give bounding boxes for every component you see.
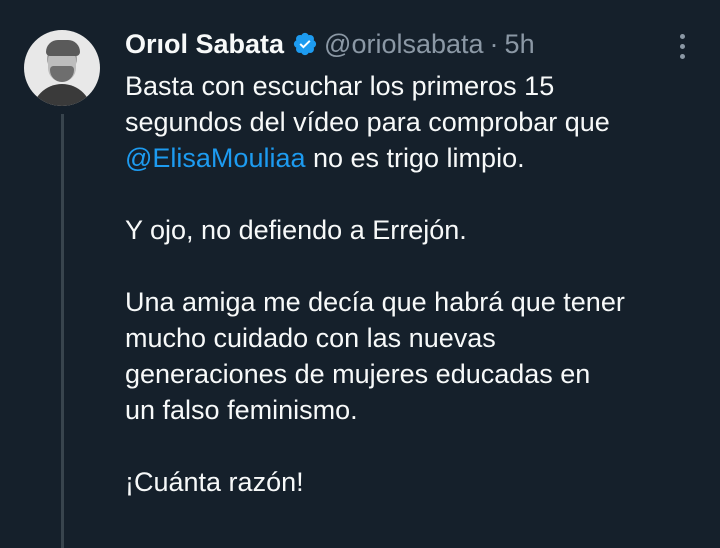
text-line: un falso feminismo. xyxy=(125,395,358,425)
mention-link[interactable]: @ElisaMouliaa xyxy=(125,143,305,173)
verified-badge-icon xyxy=(292,31,318,57)
text-line: segundos del vídeo para comprobar que xyxy=(125,107,610,137)
text-fragment: no es trigo limpio. xyxy=(305,143,525,173)
tweet-paragraph: Una amiga me decía que habrá que tener m… xyxy=(125,284,705,428)
text-line: generaciones de mujeres educadas en xyxy=(125,359,591,389)
more-options-icon[interactable] xyxy=(670,30,694,62)
tweet-text: Basta con escuchar los primeros 15 segun… xyxy=(125,68,705,536)
tweet-header: Orıol Sabata @oriolsabata · 5h xyxy=(125,26,535,62)
text-line: Y ojo, no defiendo a Errejón. xyxy=(125,215,467,245)
more-dot xyxy=(679,53,685,59)
text-line: Basta con escuchar los primeros 15 xyxy=(125,71,555,101)
tweet-paragraph: ¡Cuánta razón! xyxy=(125,464,705,500)
text-line: mucho cuidado con las nuevas xyxy=(125,323,496,353)
text-line: Una amiga me decía que habrá que tener xyxy=(125,287,625,317)
meta-separator: · xyxy=(489,28,499,59)
author-handle[interactable]: @oriolsabata xyxy=(324,29,484,60)
tweet-time[interactable]: 5h xyxy=(505,29,535,60)
avatar-hair-shape xyxy=(46,40,80,56)
avatar-body-shape xyxy=(32,84,92,106)
author-name[interactable]: Orıol Sabata xyxy=(125,29,284,60)
text-line: ¡Cuánta razón! xyxy=(125,467,304,497)
tweet: Orıol Sabata @oriolsabata · 5h Basta con… xyxy=(0,0,720,548)
text-line: @ElisaMouliaa no es trigo limpio. xyxy=(125,140,705,176)
tweet-paragraph: Y ojo, no defiendo a Errejón. xyxy=(125,212,705,248)
thread-line xyxy=(61,114,64,548)
tweet-paragraph: Basta con escuchar los primeros 15 segun… xyxy=(125,68,705,176)
avatar[interactable] xyxy=(24,30,100,106)
more-dot xyxy=(679,33,685,39)
avatar-column xyxy=(24,30,100,106)
more-dot xyxy=(679,43,685,49)
